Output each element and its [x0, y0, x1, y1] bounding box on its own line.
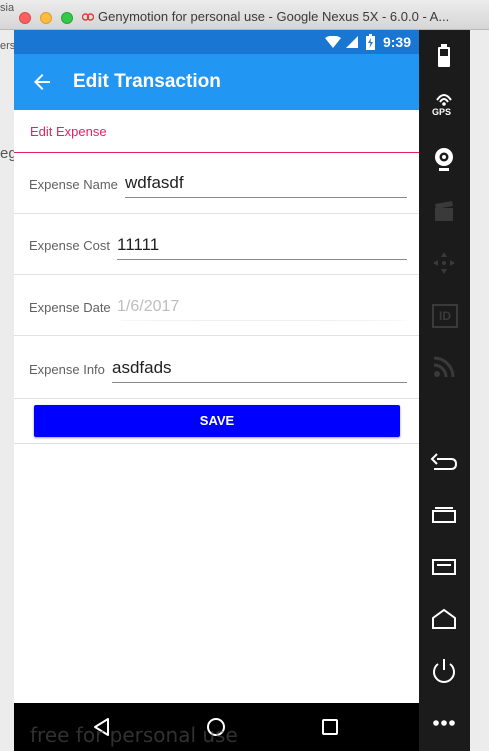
- status-bar: 9:39: [14, 30, 419, 54]
- expense-date-field[interactable]: 1/6/2017: [117, 298, 179, 316]
- status-time: 9:39: [382, 34, 411, 50]
- zoom-window-button[interactable]: [61, 12, 73, 24]
- back-tool-icon[interactable]: [429, 448, 459, 478]
- expense-info-field[interactable]: asdfads: [112, 358, 172, 378]
- expense-date-row: Expense Date 1/6/2017: [14, 275, 419, 336]
- page-title: Edit Transaction: [73, 71, 221, 92]
- back-arrow-icon[interactable]: [30, 70, 54, 94]
- watermark-text: free for personal use: [30, 723, 238, 747]
- background-window-text: ers: [0, 40, 14, 52]
- genymotion-logo-icon: [82, 13, 94, 21]
- background-window-text: sia: [0, 2, 14, 14]
- dpad-tool-icon[interactable]: [429, 248, 459, 278]
- more-tool-icon[interactable]: [429, 708, 459, 738]
- wifi-icon: [325, 36, 341, 48]
- app-bar: Edit Transaction: [14, 54, 419, 110]
- window-scroll-strip: [470, 30, 489, 751]
- save-row-divider: [14, 443, 419, 444]
- window-titlebar: Genymotion for personal use - Google Nex…: [0, 0, 489, 30]
- save-button[interactable]: SAVE: [34, 405, 400, 437]
- close-window-button[interactable]: [19, 12, 31, 24]
- minimize-window-button[interactable]: [40, 12, 52, 24]
- expense-name-label: Expense Name: [29, 177, 118, 192]
- expense-name-underline: [125, 197, 407, 198]
- battery-tool-icon[interactable]: [429, 40, 459, 70]
- expense-info-row: Expense Info asdfads: [14, 336, 419, 399]
- signal-icon: [346, 36, 358, 48]
- gps-waves-icon: [436, 94, 452, 106]
- rss-tool-icon[interactable]: [429, 352, 459, 382]
- home-tool-icon[interactable]: [429, 604, 459, 634]
- gps-tool[interactable]: GPS: [429, 92, 459, 122]
- expense-cost-underline: [117, 259, 407, 260]
- background-window-text: eg: [0, 145, 14, 162]
- expense-date-underline: [117, 320, 407, 321]
- expense-info-label: Expense Info: [29, 362, 105, 377]
- android-screen: 9:39 Edit Transaction Edit Expense Expen…: [14, 30, 419, 703]
- screencast-tool-icon[interactable]: [429, 196, 459, 226]
- expense-date-label: Expense Date: [29, 300, 111, 315]
- nav-recents-icon[interactable]: [318, 715, 342, 739]
- power-tool-icon[interactable]: [429, 656, 459, 686]
- battery-icon: [366, 34, 375, 50]
- device-id-tool[interactable]: ID: [429, 300, 459, 330]
- menu-tool-icon[interactable]: [429, 552, 459, 582]
- expense-cost-field[interactable]: 11111: [117, 235, 159, 255]
- emulator-toolbar: GPS ID: [419, 30, 470, 751]
- expense-cost-label: Expense Cost: [29, 238, 110, 253]
- webcam-tool-icon[interactable]: [429, 144, 459, 174]
- device-id-label: ID: [432, 304, 458, 328]
- window-title: Genymotion for personal use - Google Nex…: [98, 9, 450, 24]
- recent-apps-tool-icon[interactable]: [429, 500, 459, 530]
- gps-label: GPS: [432, 107, 452, 117]
- expense-info-underline: [112, 382, 407, 383]
- expense-name-row: Expense Name wdfasdf: [14, 153, 419, 214]
- expense-cost-row: Expense Cost 11111: [14, 214, 419, 275]
- expense-name-field[interactable]: wdfasdf: [125, 173, 184, 193]
- section-title: Edit Expense: [30, 124, 107, 139]
